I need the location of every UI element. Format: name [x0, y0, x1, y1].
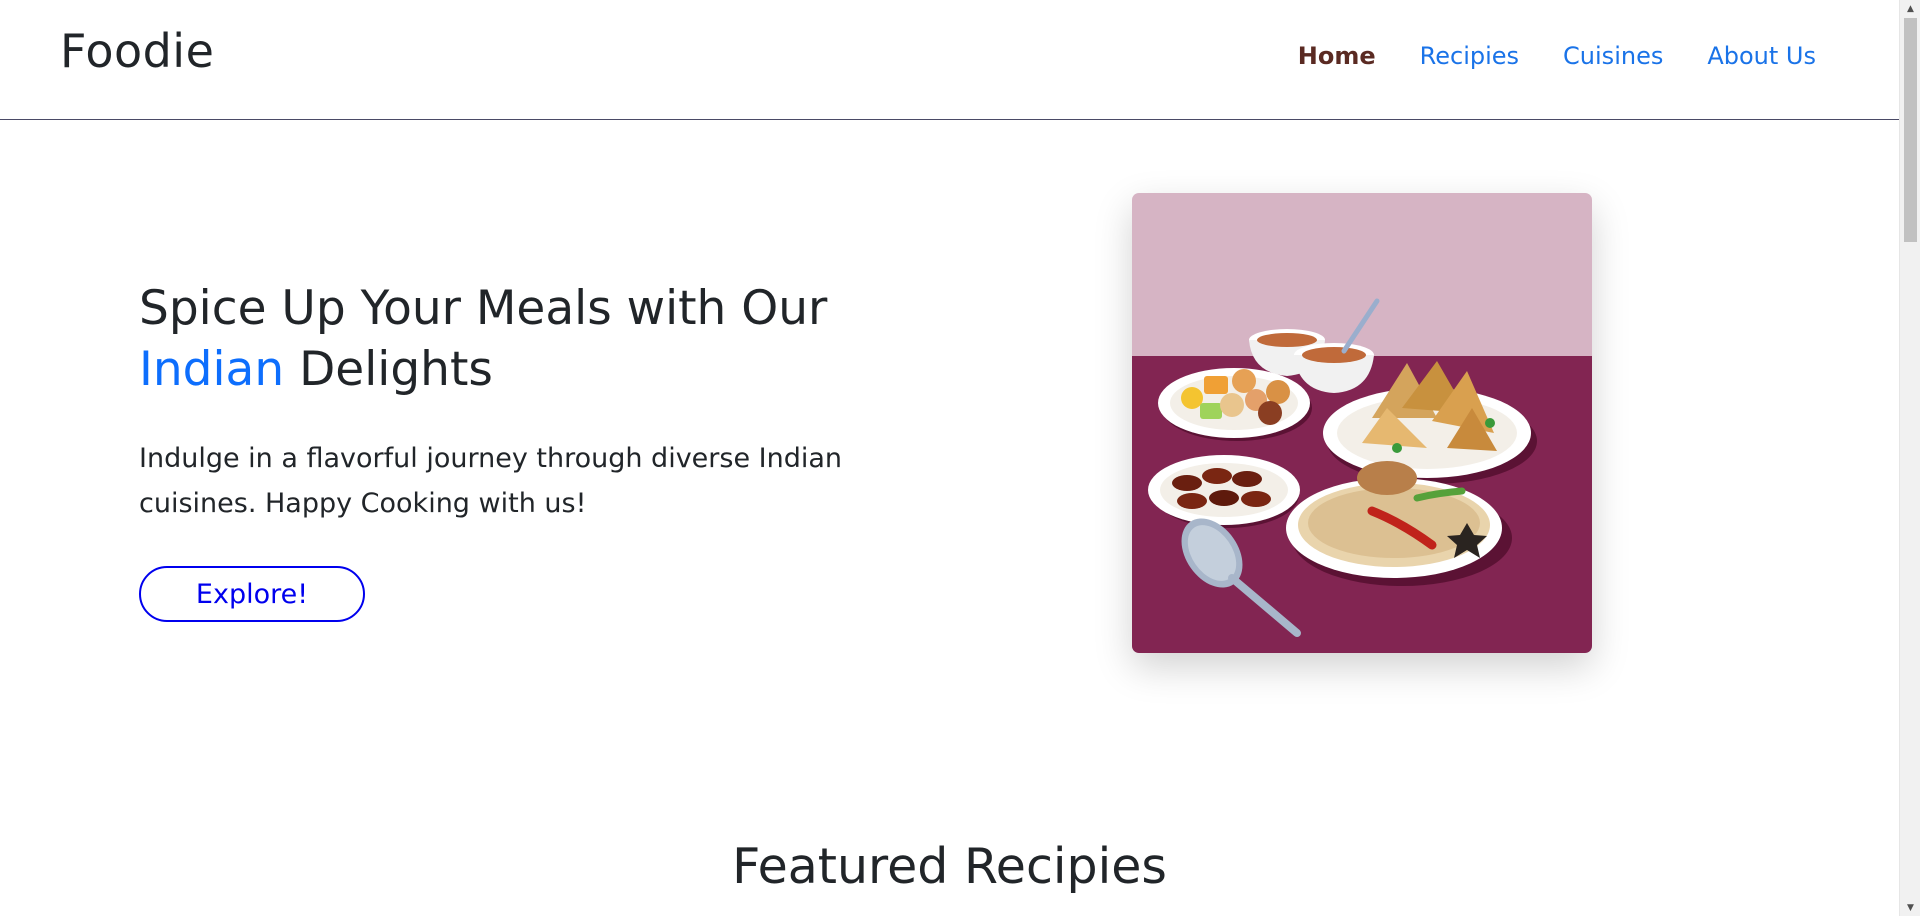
indian-food-platter-illustration: [1132, 193, 1592, 653]
nav-recipies[interactable]: Recipies: [1420, 42, 1519, 70]
nav-home[interactable]: Home: [1298, 42, 1376, 70]
hero-title-part1: Spice Up Your Meals with Our: [139, 281, 828, 336]
hero-text: Spice Up Your Meals with Our Indian Deli…: [139, 278, 899, 526]
explore-button[interactable]: Explore!: [139, 566, 365, 622]
nav-cuisines[interactable]: Cuisines: [1563, 42, 1663, 70]
main-nav: Home Recipies Cuisines About Us: [1298, 42, 1816, 70]
featured-recipies-title: Featured Recipies: [732, 838, 1167, 895]
page-scrollbar[interactable]: ▲ ▼: [1899, 0, 1920, 916]
page: Foodie Home Recipies Cuisines About Us S…: [0, 0, 1920, 916]
nav-about-us[interactable]: About Us: [1707, 42, 1816, 70]
scroll-up-icon[interactable]: ▲: [1900, 0, 1920, 17]
hero-title: Spice Up Your Meals with Our Indian Deli…: [139, 278, 899, 400]
brand-logo[interactable]: Foodie: [60, 24, 214, 78]
site-header: Foodie Home Recipies Cuisines About Us: [0, 0, 1899, 120]
hero-title-accent: Indian: [139, 342, 285, 397]
hero-image: [1132, 193, 1592, 653]
scroll-down-icon[interactable]: ▼: [1900, 899, 1920, 916]
hero-description: Indulge in a flavorful journey through d…: [139, 443, 843, 519]
hero-title-part2: Delights: [299, 342, 493, 397]
scroll-thumb[interactable]: [1904, 18, 1917, 242]
